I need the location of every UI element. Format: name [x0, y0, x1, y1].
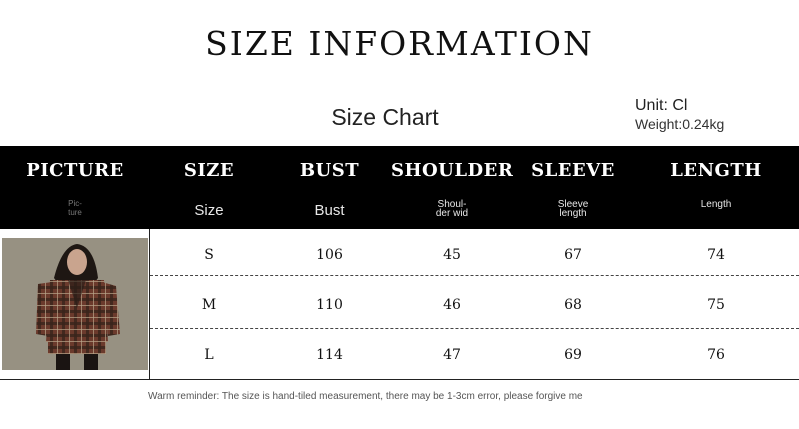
column-subheader-size: Size — [194, 202, 224, 219]
unit-label: Unit: Cl — [635, 97, 688, 114]
plaid-blazer-photo — [2, 238, 148, 370]
cell-shoulder: 47 — [443, 347, 461, 363]
column-header-length: LENGTH — [670, 160, 762, 181]
cell-sleeve: 67 — [564, 247, 582, 263]
column-picture: PICTURE Pic- ture — [0, 146, 150, 229]
page-title: SIZE INFORMATION — [205, 24, 594, 63]
cell-size: S — [204, 247, 214, 263]
cell-sleeve: 69 — [564, 347, 582, 363]
cell-length: 76 — [707, 347, 725, 363]
warm-reminder-note: Warm reminder: The size is hand-tiled me… — [148, 391, 583, 402]
column-subheader-length: Length — [700, 199, 732, 210]
row-divider — [150, 328, 799, 329]
cell-bust: 110 — [316, 297, 343, 313]
row-divider — [150, 275, 799, 276]
column-sleeve: SLEEVE Sleeve length — [513, 146, 633, 229]
cell-length: 74 — [707, 247, 725, 263]
cell-bust: 106 — [316, 247, 343, 263]
column-bust: BUST Bust — [268, 146, 391, 229]
column-subheader-bust: Bust — [314, 202, 345, 219]
cell-shoulder: 45 — [443, 247, 461, 263]
cell-size: L — [204, 347, 214, 363]
weight-label: Weight:0.24kg — [635, 116, 725, 132]
column-header-bust: BUST — [299, 160, 360, 181]
cell-length: 75 — [707, 297, 725, 313]
column-subheader-shoulder: Shoul- der wid — [435, 199, 469, 219]
column-header-picture: PICTURE — [26, 160, 124, 181]
column-subheader-picture: Pic- ture — [68, 199, 82, 217]
cell-shoulder: 46 — [443, 297, 461, 313]
cell-sleeve: 68 — [564, 297, 582, 313]
table-bottom-border — [0, 379, 799, 380]
column-header-sleeve: SLEEVE — [531, 160, 615, 181]
column-size: SIZE Size — [150, 146, 268, 229]
column-length: LENGTH Length — [633, 146, 799, 229]
column-shoulder: SHOULDER Shoul- der wid — [391, 146, 513, 229]
column-header-size: SIZE — [183, 160, 235, 181]
column-header-shoulder: SHOULDER — [391, 160, 514, 181]
column-subheader-sleeve: Sleeve length — [557, 199, 589, 219]
cell-size: M — [201, 297, 217, 313]
table-header: PICTURE Pic- ture SIZE Size BUST Bust SH… — [0, 146, 799, 229]
model-photo-image — [2, 238, 148, 370]
cell-bust: 114 — [316, 347, 343, 363]
